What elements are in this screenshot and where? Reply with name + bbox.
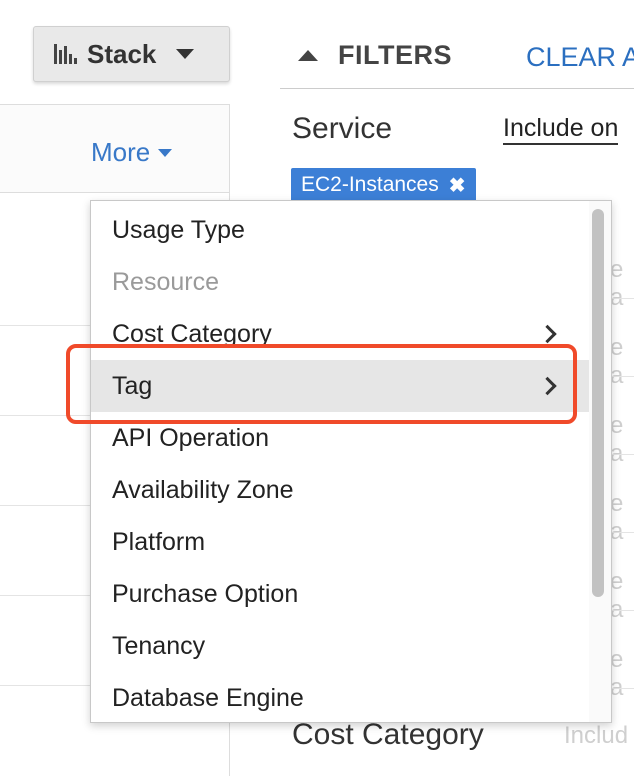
more-dropdown-link[interactable]: More [91,137,173,168]
menu-item-label: Purchase Option [112,579,299,608]
caret-down-icon [176,49,195,59]
stack-label: Stack [87,38,157,69]
cost-category-include-link[interactable]: Includ [564,722,628,750]
filter-row-hint: e a [610,256,624,311]
include-only-link[interactable]: Include on [503,114,619,145]
clear-all-link[interactable]: CLEAR A [526,42,634,73]
service-filter-label: Service [292,112,393,145]
menu-item-database-engine[interactable]: Database Engine [91,672,589,722]
stack-dropdown-button[interactable]: Stack [33,26,230,82]
filter-row-hint: e a [610,412,624,467]
menu-item-platform[interactable]: Platform [91,516,589,568]
triangle-up-icon [298,50,318,61]
menu-item-label: Platform [112,527,206,556]
group-by-header: More [0,105,229,193]
group-by-dropdown-menu: Usage Type Resource Cost Category Tag AP… [90,200,612,723]
service-filter-chip: EC2-Instances ✖ [291,168,476,202]
filter-row-hint: e a [610,490,624,545]
bar-chart-icon [54,44,77,64]
dropdown-scrollbar-thumb[interactable] [592,209,604,597]
menu-item-label: Availability Zone [112,475,294,504]
menu-item-label: Database Engine [112,683,304,712]
more-label: More [91,137,151,167]
menu-item-label: Tenancy [112,631,206,660]
highlight-annotation [66,344,577,424]
menu-item-availability-zone[interactable]: Availability Zone [91,464,589,516]
menu-item-resource: Resource [91,256,589,308]
filters-title: FILTERS [338,40,452,70]
cost-category-filter-label: Cost Category [292,718,484,751]
filters-toggle[interactable]: FILTERS [298,40,452,71]
menu-item-usage-type[interactable]: Usage Type [91,204,589,256]
menu-item-tenancy[interactable]: Tenancy [91,620,589,672]
chevron-right-icon [538,324,557,344]
caret-down-icon [158,148,173,157]
menu-item-label: API Operation [112,423,270,452]
filter-row-hint: e a [610,646,624,701]
filter-row-hint: e a [610,568,624,623]
filters-divider [280,88,634,89]
close-icon[interactable]: ✖ [449,173,466,198]
filter-row-hint: e a [610,334,624,389]
menu-item-label: Usage Type [112,215,245,244]
menu-item-label: Resource [112,267,219,296]
menu-item-purchase-option[interactable]: Purchase Option [91,568,589,620]
chip-label: EC2-Instances [301,173,439,196]
